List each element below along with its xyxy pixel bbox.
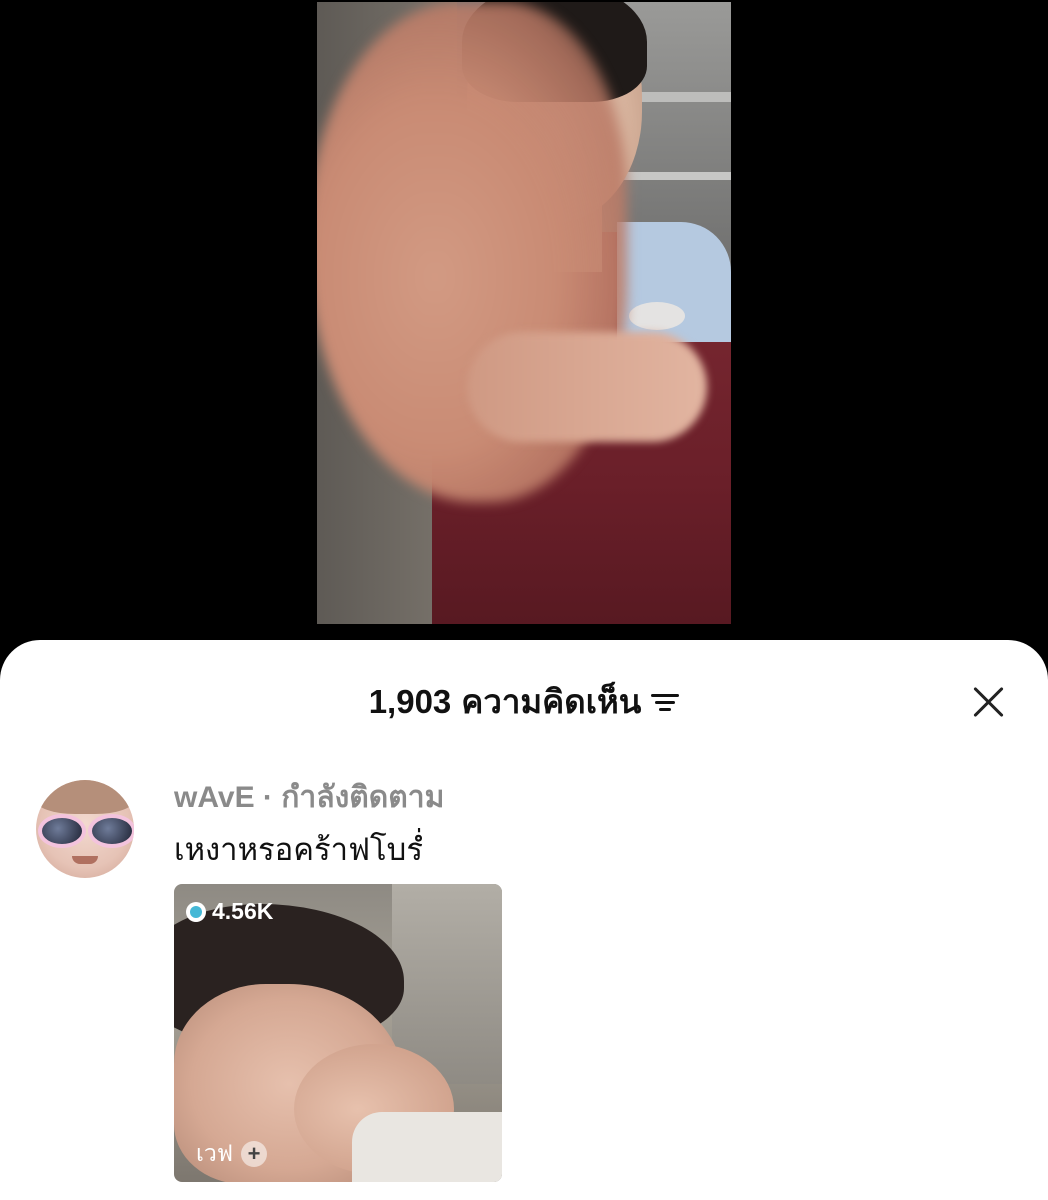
views-count: 4.56K — [212, 898, 274, 924]
comment-count-number: 1,903 — [368, 683, 452, 720]
media-label-text: เวฟ — [196, 1140, 234, 1166]
views-badge: 4.56K — [186, 898, 273, 925]
views-icon — [186, 901, 206, 922]
comment-username[interactable]: wAvE — [174, 781, 255, 814]
comment-text: เหงาหรอคร้าฟโบรํ่ — [174, 832, 423, 867]
media-label: เวฟ + — [196, 1136, 268, 1172]
avatar[interactable] — [36, 780, 134, 878]
add-icon[interactable]: + — [241, 1141, 268, 1167]
follow-status: กำลังติดตาม — [281, 781, 445, 814]
comments-header: 1,903 ความคิดเห็น — [0, 680, 1048, 724]
video-frame[interactable] — [317, 2, 731, 624]
close-icon[interactable] — [966, 680, 1010, 724]
sort-icon[interactable] — [651, 691, 680, 713]
video-player[interactable] — [0, 0, 1048, 660]
comments-sheet: 1,903 ความคิดเห็น wAvE · กำลังติดตาม เหง… — [0, 640, 1048, 1200]
comment-count-title: 1,903 ความคิดเห็น — [369, 680, 680, 724]
comment-count-label: ความคิดเห็น — [461, 683, 642, 720]
comment-meta: wAvE · กำลังติดตาม — [174, 774, 444, 821]
video-subject — [629, 302, 685, 330]
video-subject — [467, 332, 707, 442]
meta-separator: · — [254, 781, 282, 814]
comment-media-card[interactable]: 4.56K เวฟ + — [174, 884, 502, 1182]
